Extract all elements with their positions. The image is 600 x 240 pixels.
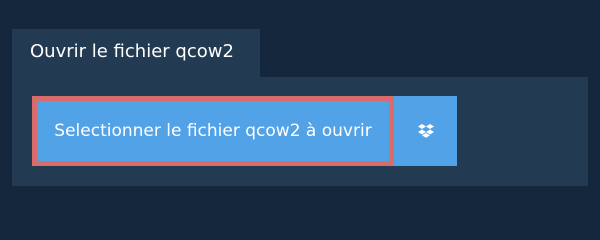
qcow2-open-page: Ouvrir le fichier qcow2 Selectionner le … xyxy=(0,0,600,230)
dropbox-icon xyxy=(418,124,434,138)
dropbox-button[interactable] xyxy=(394,96,457,166)
select-qcow2-file-label: Selectionner le fichier qcow2 à ouvrir xyxy=(54,121,372,141)
select-qcow2-file-button[interactable]: Selectionner le fichier qcow2 à ouvrir xyxy=(32,96,394,166)
tab-open-qcow2: Ouvrir le fichier qcow2 xyxy=(12,29,260,77)
tab-title: Ouvrir le fichier qcow2 xyxy=(30,41,234,62)
